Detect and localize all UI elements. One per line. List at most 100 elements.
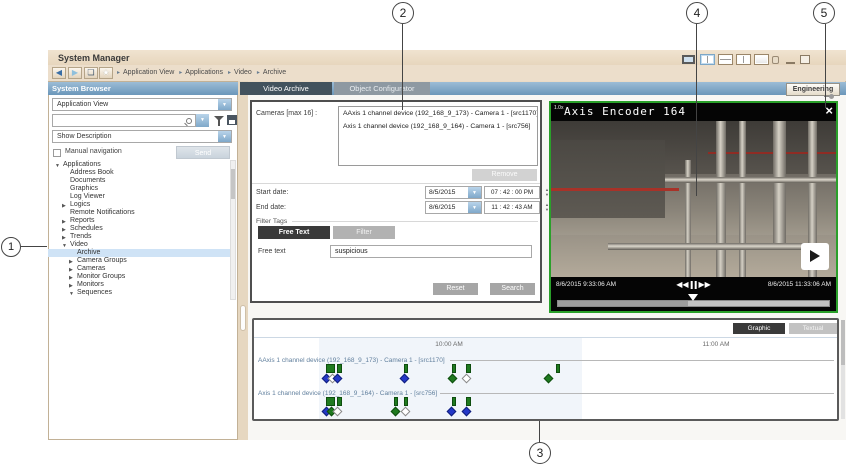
close-icon[interactable]: × [825, 103, 833, 118]
view-selector-dropdown[interactable]: Application View▼ [52, 98, 232, 111]
send-button[interactable]: Send [176, 146, 230, 159]
reset-button[interactable]: Reset [433, 283, 478, 295]
forward-icon[interactable]: ▶ [68, 67, 82, 79]
search-input[interactable] [52, 114, 196, 127]
tree-item-log-viewer[interactable]: Log Viewer [48, 193, 230, 201]
back-icon[interactable]: ◀ [52, 67, 66, 79]
tree-item-reports[interactable]: ▶Reports [48, 217, 230, 225]
search-icon [186, 118, 192, 124]
tree-item-camera-groups[interactable]: ▶Camera Groups [48, 257, 230, 265]
graphic-view-button[interactable]: Graphic [733, 323, 785, 334]
timeline-scrollbar[interactable] [841, 320, 845, 419]
manual-navigation-checkbox[interactable] [53, 149, 61, 157]
breadcrumb-item-application-view[interactable]: Application View [123, 69, 174, 76]
recording-segment[interactable] [337, 364, 342, 373]
search-dropdown-icon[interactable]: ▼ [196, 114, 209, 127]
lock-icon [772, 56, 779, 64]
search-button[interactable]: Search [490, 283, 535, 295]
window-mode-icon[interactable]: ❏ [84, 67, 98, 79]
camera-item[interactable]: Axis 1 channel device (192_168_9_164) - … [339, 120, 537, 133]
tree-item-schedules[interactable]: ▶Schedules [48, 225, 230, 233]
panel-splitter[interactable] [238, 81, 248, 440]
recording-segment[interactable] [452, 397, 456, 406]
layout-grid-icon[interactable] [700, 54, 715, 65]
layout-columns-icon[interactable] [736, 54, 751, 65]
recording-segment[interactable] [326, 364, 335, 373]
recording-segment[interactable] [404, 364, 408, 373]
tree-item-graphics[interactable]: Graphics [48, 185, 230, 193]
playback-controls[interactable]: ◀◀ ▶▶ [676, 280, 711, 289]
textual-view-button[interactable]: Textual [789, 323, 837, 334]
pause-bar-icon[interactable] [691, 281, 693, 289]
pause-bar-icon[interactable] [695, 281, 697, 289]
play-overlay-icon[interactable] [801, 243, 829, 270]
video-frame[interactable] [551, 121, 836, 277]
seek-elapsed [558, 301, 688, 306]
recording-segment[interactable] [326, 397, 335, 406]
tree-item-logics[interactable]: ▶Logics [48, 201, 230, 209]
end-date-label: End date: [256, 204, 286, 211]
free-text-input[interactable]: suspicious [330, 245, 532, 258]
free-text-tab[interactable]: Free Text [258, 226, 330, 239]
remove-button[interactable]: Remove [472, 169, 537, 181]
breadcrumb-item-archive[interactable]: Archive [263, 69, 286, 76]
display-icon[interactable] [682, 55, 695, 64]
tree-item-archive[interactable]: Archive [48, 249, 230, 257]
splitter-handle[interactable] [240, 305, 246, 331]
filter-tab[interactable]: Filter [333, 226, 395, 239]
recording-segment[interactable] [556, 364, 560, 373]
start-time-field[interactable]: 07 : 42 : 00 PM▲▼ [484, 186, 540, 199]
tree-item-trends[interactable]: ▶Trends [48, 233, 230, 241]
tree-item-monitor-groups[interactable]: ▶Monitor Groups [48, 273, 230, 281]
tree-item-label: Address Book [70, 169, 114, 177]
chevron-down-icon[interactable]: ▼ [468, 187, 481, 198]
maximize-icon[interactable] [800, 55, 810, 64]
tree-item-sequences[interactable]: ▼Sequences [48, 289, 230, 297]
tree-collapse-icon[interactable]: ▼ [69, 290, 74, 298]
breadcrumb-item-video[interactable]: Video [234, 69, 252, 76]
tree-item-monitors[interactable]: ▶Monitors [48, 281, 230, 289]
video-frame-detail [716, 121, 726, 277]
tree-item-applications[interactable]: ▼Applications [48, 161, 230, 169]
recording-segment[interactable] [466, 364, 471, 373]
chevron-down-icon[interactable]: ▼ [218, 99, 231, 110]
breadcrumb-item-applications[interactable]: Applications [185, 69, 223, 76]
tree-scrollbar[interactable] [230, 160, 236, 300]
recording-segment[interactable] [404, 397, 408, 406]
chevron-down-icon[interactable]: ▼ [218, 131, 231, 142]
fast-forward-icon[interactable]: ▶▶ [699, 280, 711, 289]
free-text-label: Free text [258, 248, 286, 255]
tree-item-remote-notifications[interactable]: Remote Notifications [48, 209, 230, 217]
tree-item-label: Archive [77, 249, 100, 257]
tree-item-address-book[interactable]: Address Book [48, 169, 230, 177]
minimize-icon[interactable] [786, 62, 795, 64]
tree-item-documents[interactable]: Documents [48, 177, 230, 185]
recording-segment[interactable] [466, 397, 471, 406]
rewind-icon[interactable]: ◀◀ [676, 280, 688, 289]
filter-funnel-icon[interactable] [214, 116, 224, 121]
tree-item-cameras[interactable]: ▶Cameras [48, 265, 230, 273]
timeline-row-rule [450, 360, 834, 361]
recording-segment[interactable] [394, 397, 398, 406]
end-time-field[interactable]: 11 : 42 : 43 AM▲▼ [484, 201, 540, 214]
seek-thumb[interactable] [688, 294, 698, 301]
save-icon[interactable] [227, 115, 237, 125]
chevron-down-icon[interactable]: ▼ [468, 202, 481, 213]
seek-track[interactable] [557, 300, 830, 307]
cameras-label: Cameras [max 16] : [256, 110, 317, 117]
layout-split-icon[interactable] [718, 54, 733, 65]
layout-full-icon[interactable] [754, 54, 769, 65]
video-titlebar[interactable]: 1.0x Axis Encoder 164 × [551, 103, 836, 121]
camera-item[interactable]: AAxis 1 channel device (192_168_9_173) -… [339, 107, 537, 120]
cameras-listbox[interactable]: AAxis 1 channel device (192_168_9_173) -… [338, 106, 538, 166]
end-date-picker[interactable]: 8/6/2015▼ [425, 201, 482, 214]
favorites-star-icon[interactable]: ★ [99, 67, 113, 79]
recording-segment[interactable] [452, 364, 456, 373]
description-selector-dropdown[interactable]: Show Description▼ [52, 130, 232, 143]
tab-object-configurator[interactable]: Object Configurator [334, 82, 430, 95]
tree-item-video[interactable]: ▼Video [48, 241, 230, 249]
recording-segment[interactable] [337, 397, 342, 406]
breadcrumb[interactable]: ▸Application View▸Applications▸Video▸Arc… [114, 69, 288, 76]
tab-video-archive[interactable]: Video Archive [240, 82, 332, 95]
start-date-picker[interactable]: 8/5/2015▼ [425, 186, 482, 199]
